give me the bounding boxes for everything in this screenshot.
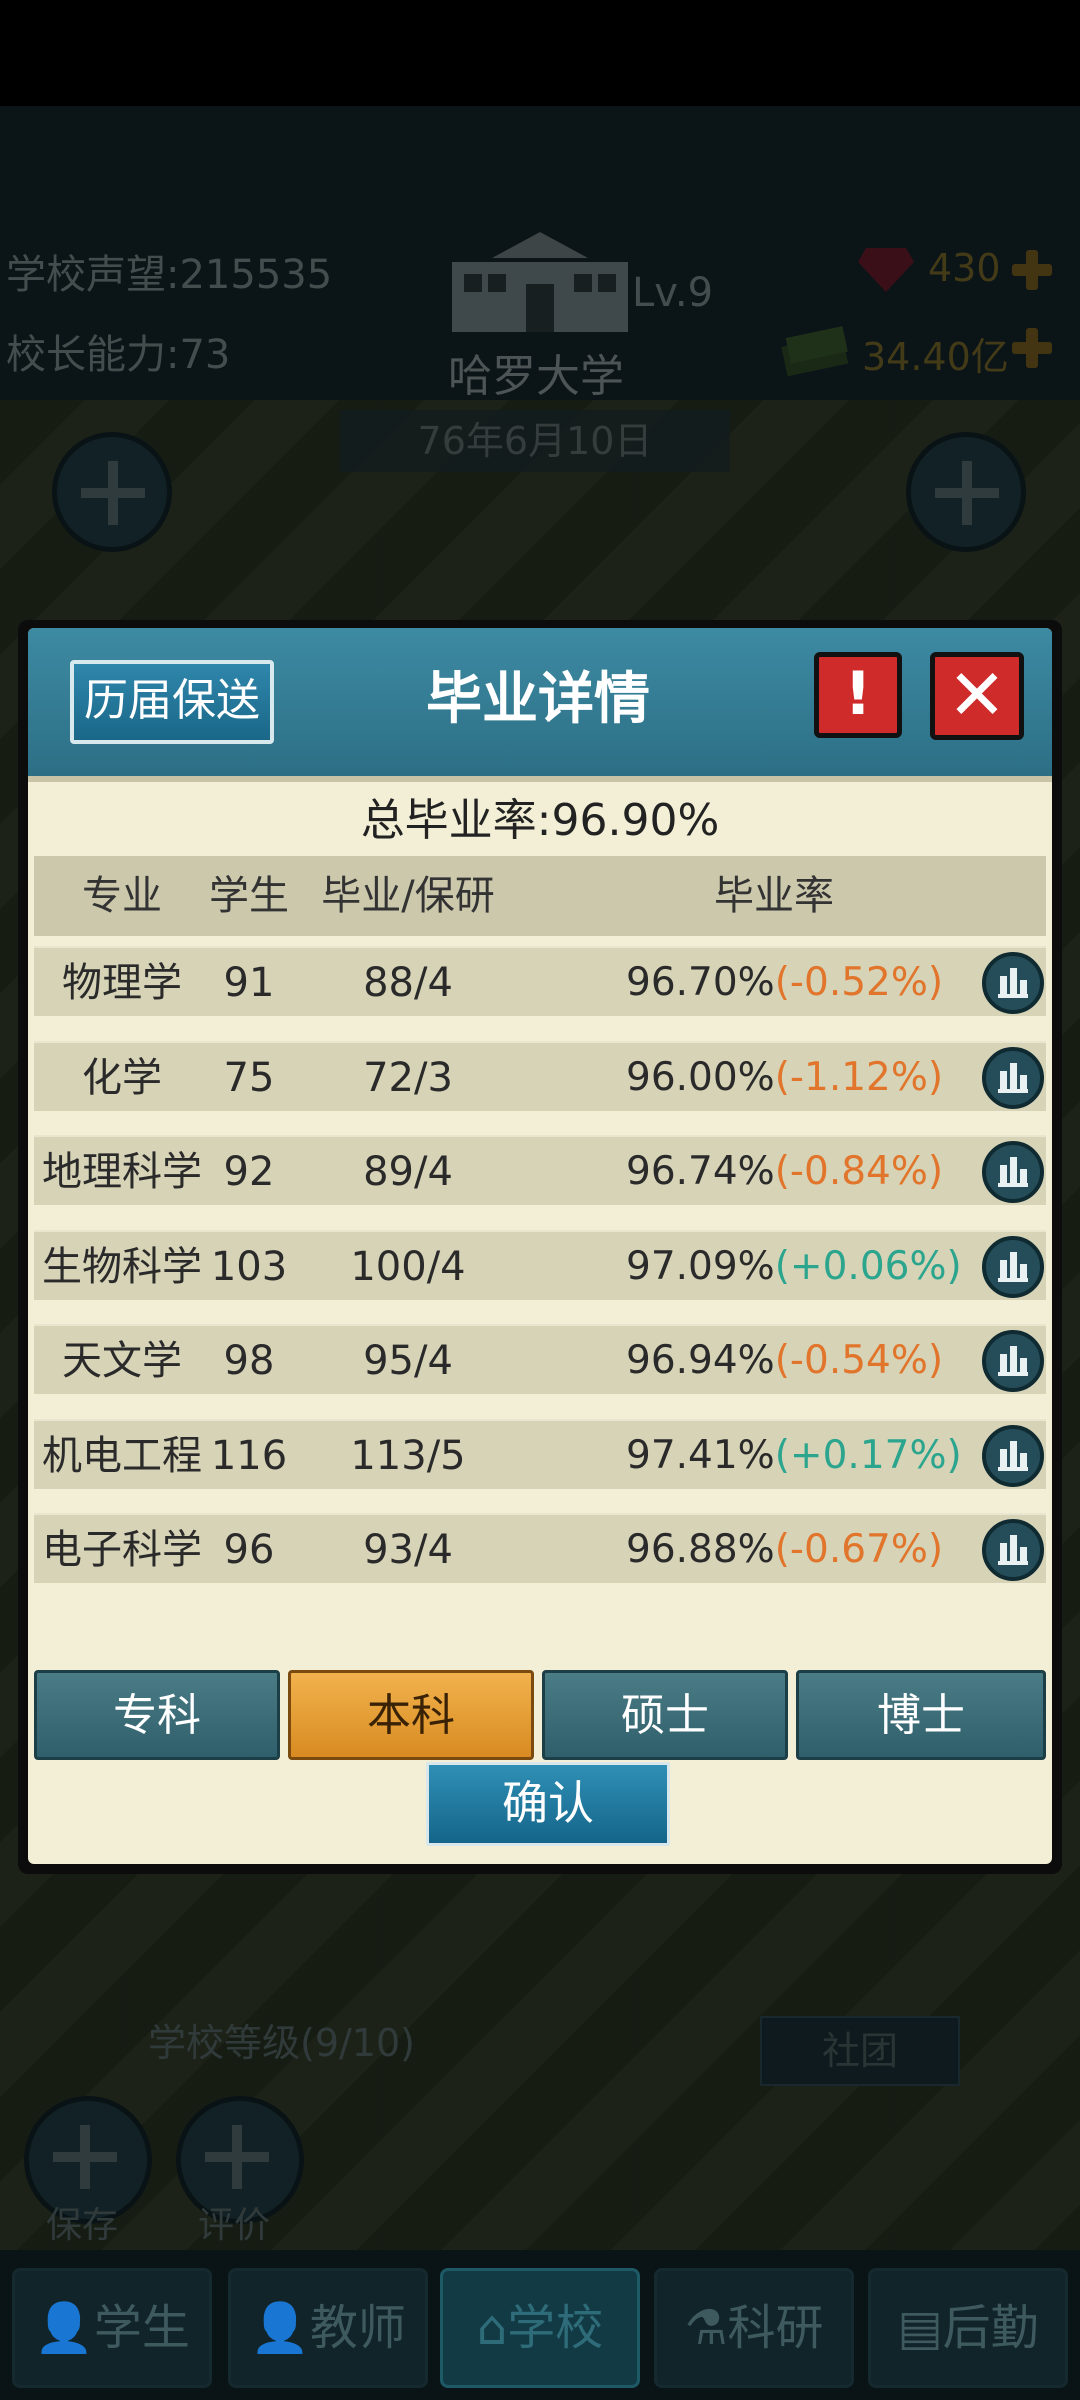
grad-recommend-count: 72/3 [363,1055,453,1101]
grad-recommend-count: 88/4 [363,960,453,1006]
nav-tab-students[interactable]: 👤学生 [12,2268,212,2388]
grad-recommend-count: 93/4 [363,1527,453,1573]
grad-rate-value: 96.00% [626,1055,775,1100]
bar-chart-icon[interactable] [982,1047,1044,1109]
bar-chart-icon[interactable] [982,952,1044,1014]
table-header: 专业 学生 毕业/保研 毕业率 [34,856,1046,936]
table-row: 生物科学 103 100/4 97.09%(+0.06%) [34,1230,1046,1300]
bar-chart-icon[interactable] [982,1425,1044,1487]
grad-rate-value: 96.94% [626,1338,775,1383]
clipboard-icon: ▤ [897,2300,943,2356]
history-recommend-button[interactable]: 历届保送 [70,660,274,744]
nav-tab-logistics[interactable]: ▤后勤 [868,2268,1068,2388]
grad-rate-value: 96.88% [626,1527,775,1572]
grad-rate-change: (-1.12%) [774,1055,944,1100]
grad-rate-change: (-0.67%) [774,1527,944,1572]
confirm-button[interactable]: 确认 [426,1762,670,1846]
status-bar [0,0,1080,106]
table-row: 电子科学 96 93/4 96.88%(-0.67%) [34,1513,1046,1583]
tab-master[interactable]: 硕士 [542,1670,788,1760]
nav-tab-teachers-label: 教师 [309,2300,406,2356]
bar-chart-icon[interactable] [982,1330,1044,1392]
nav-tab-students-label: 学生 [93,2300,190,2356]
bar-chart-icon[interactable] [982,1236,1044,1298]
column-grad-rate: 毕业率 [714,873,834,919]
grad-recommend-count: 89/4 [363,1149,453,1195]
tab-bachelor[interactable]: 本科 [288,1670,534,1760]
graduation-details-dialog: 历届保送 毕业详情 ! ✕ 总毕业率:96.90% 专业 学生 毕业/保研 毕业… [18,620,1062,1874]
grad-rate: 97.41%(+0.17%) [626,1421,996,1491]
grad-rate-change: (-0.84%) [774,1149,944,1194]
tab-associate[interactable]: 专科 [34,1670,280,1760]
table-row: 化学 75 72/3 96.00%(-1.12%) [34,1041,1046,1111]
total-rate-label: 总毕业率: [360,795,552,846]
total-graduation-rate: 总毕业率:96.90% [28,788,1052,854]
grad-recommend-count: 100/4 [350,1244,466,1290]
warning-icon[interactable]: ! [814,652,902,738]
nav-tab-research-label: 科研 [727,2300,824,2356]
table-row: 物理学 91 88/4 96.70%(-0.52%) [34,946,1046,1016]
student-icon: 👤 [34,2300,94,2356]
grad-rate: 96.88%(-0.67%) [626,1515,996,1585]
nav-tab-school[interactable]: ⌂学校 [440,2268,640,2388]
table-row: 天文学 98 95/4 96.94%(-0.54%) [34,1324,1046,1394]
tab-doctorate[interactable]: 博士 [796,1670,1046,1760]
grad-rate: 96.00%(-1.12%) [626,1043,996,1113]
grad-recommend-count: 95/4 [363,1338,453,1384]
total-rate-value: 96.90% [551,795,720,846]
grad-rate-value: 97.41% [626,1433,775,1478]
nav-tab-school-label: 学校 [507,2300,604,2356]
column-grad-recommend: 毕业/保研 [321,873,495,919]
grad-rate-value: 96.70% [626,960,775,1005]
grad-rate-change: (-0.54%) [774,1338,944,1383]
grad-recommend-count: 113/5 [350,1433,466,1479]
table-row: 地理科学 92 89/4 96.74%(-0.84%) [34,1135,1046,1205]
dialog-title: 毕业详情 [426,667,650,732]
grad-rate-change: (-0.52%) [774,960,944,1005]
teacher-icon: 👤 [250,2300,310,2356]
nav-tab-research[interactable]: ⚗科研 [654,2268,854,2388]
bar-chart-icon[interactable] [982,1519,1044,1581]
grad-rate: 96.70%(-0.52%) [626,948,996,1018]
grad-rate-value: 96.74% [626,1149,775,1194]
degree-tabs: 专科 本科 硕士 博士 [28,1670,1052,1760]
nav-tab-teachers[interactable]: 👤教师 [228,2268,428,2388]
grad-rate: 96.74%(-0.84%) [626,1137,996,1207]
game-screen: 学校声望:215535 校长能力:73 Lv.9 哈罗大学 430 34.40亿… [0,0,1080,2400]
grad-rate-value: 97.09% [626,1244,775,1289]
nav-tab-logistics-label: 后勤 [942,2300,1039,2356]
bar-chart-icon[interactable] [982,1141,1044,1203]
grad-rate: 97.09%(+0.06%) [626,1232,996,1302]
grad-rate-change: (+0.17%) [774,1433,962,1478]
dialog-body: 历届保送 毕业详情 ! ✕ 总毕业率:96.90% 专业 学生 毕业/保研 毕业… [28,628,1052,1864]
close-button[interactable]: ✕ [930,652,1024,740]
school-icon: ⌂ [476,2300,508,2356]
grad-rate-change: (+0.06%) [774,1244,962,1289]
grad-rate: 96.94%(-0.54%) [626,1326,996,1396]
flask-icon: ⚗ [684,2300,728,2356]
table-row: 机电工程 116 113/5 97.41%(+0.17%) [34,1419,1046,1489]
